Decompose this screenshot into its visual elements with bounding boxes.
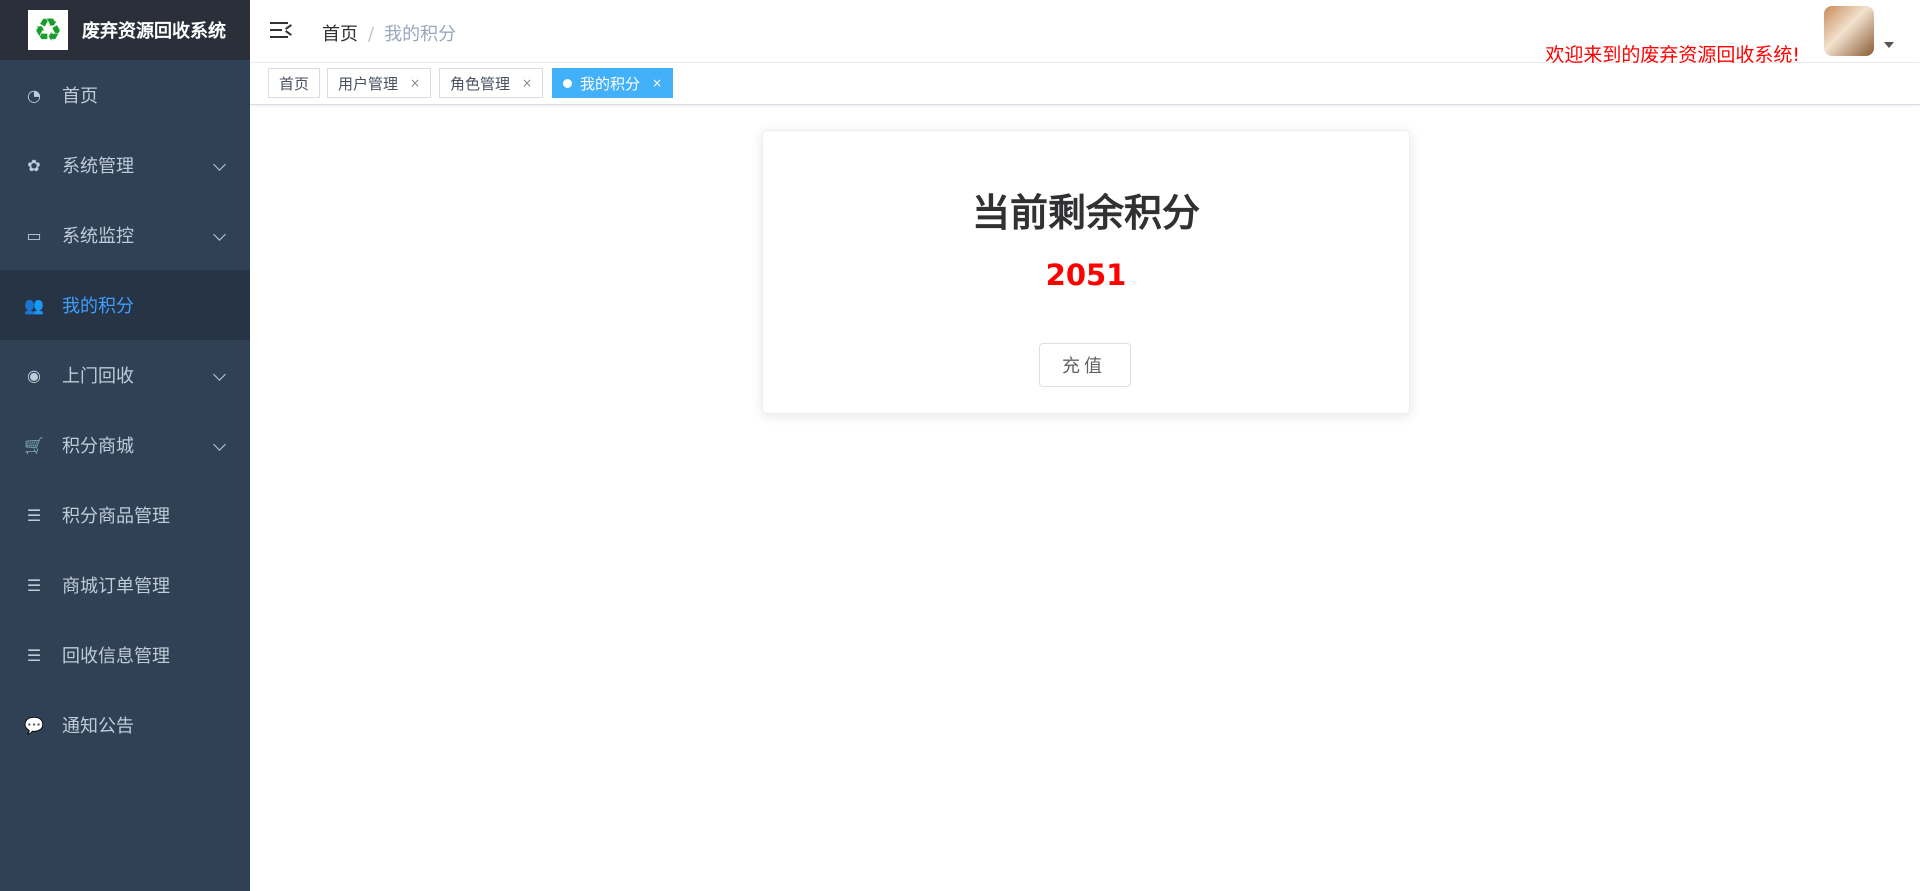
- recharge-button[interactable]: 充值: [1039, 343, 1131, 387]
- chevron-down-icon[interactable]: [213, 438, 226, 451]
- sidebar-item-3[interactable]: 👥 我的积分: [0, 270, 250, 340]
- sidebar-item-label: 回收信息管理: [62, 646, 170, 667]
- tag-label: 用户管理: [338, 74, 399, 93]
- gear-icon: ✿: [27, 155, 41, 175]
- tag-2[interactable]: 角色管理 ×: [439, 68, 544, 98]
- sidebar: ♻ 废弃资源回收系统 ◔ 首页 ✿ 系统管理 ▭ 系统监控 👥 我的积分 ◉ 上门回收 🛒 积分商城 ☰…: [0, 0, 250, 891]
- tag-1[interactable]: 用户管理 ×: [327, 68, 432, 98]
- sidebar-item-label: 商城订单管理: [62, 576, 170, 597]
- monitor-icon: ▭: [26, 225, 42, 245]
- sidebar-item-label: 通知公告: [62, 716, 134, 737]
- tag-label: 首页: [279, 74, 310, 93]
- tag-label: 角色管理: [450, 74, 511, 93]
- tags-view: 首页 用户管理 × 角色管理 × 我的积分 ×: [250, 63, 1920, 105]
- list-icon: ☰: [26, 575, 42, 595]
- sidebar-item-9[interactable]: 💬 通知公告: [0, 690, 250, 760]
- chevron-down-icon[interactable]: [213, 158, 226, 171]
- sidebar-item-1[interactable]: ✿ 系统管理: [0, 130, 250, 200]
- message-icon: 💬: [24, 715, 44, 735]
- breadcrumb-separator: /: [368, 24, 375, 45]
- sidebar-item-label: 积分商城: [62, 436, 134, 457]
- logo[interactable]: ♻ 废弃资源回收系统: [0, 0, 250, 60]
- breadcrumb-home[interactable]: 首页: [322, 24, 358, 45]
- sidebar-item-label: 上门回收: [62, 366, 134, 387]
- sidebar-item-label: 首页: [62, 86, 98, 107]
- caret-down-icon[interactable]: [1884, 42, 1894, 48]
- list-icon: ☰: [26, 645, 42, 665]
- breadcrumb-current: 我的积分: [384, 24, 457, 45]
- avatar[interactable]: [1824, 6, 1874, 56]
- dashboard-icon: ◔: [27, 85, 41, 105]
- chevron-down-icon[interactable]: [213, 368, 226, 381]
- sidebar-item-label: 系统监控: [62, 226, 134, 247]
- close-icon[interactable]: ×: [410, 76, 420, 90]
- sidebar-item-4[interactable]: ◉ 上门回收: [0, 340, 250, 410]
- sidebar-item-label: 积分商品管理: [62, 506, 170, 527]
- points-card: 当前剩余积分 2051 充值: [762, 130, 1410, 414]
- tag-label: 我的积分: [580, 74, 641, 93]
- hamburger-icon[interactable]: [270, 20, 292, 40]
- active-dot-icon: [563, 78, 572, 88]
- sidebar-item-5[interactable]: 🛒 积分商城: [0, 410, 250, 480]
- sidebar-item-0[interactable]: ◔ 首页: [0, 60, 250, 130]
- navbar: 首页 / 我的积分 欢迎来到的废弃资源回收系统!: [250, 0, 1920, 66]
- cart-icon: 🛒: [24, 435, 44, 455]
- sidebar-item-8[interactable]: ☰ 回收信息管理: [0, 620, 250, 690]
- user-icon: 👥: [24, 295, 44, 315]
- tag-0[interactable]: 首页: [268, 68, 321, 98]
- list-icon: ☰: [26, 505, 42, 525]
- points-title: 当前剩余积分: [971, 191, 1200, 235]
- breadcrumb: 首页 / 我的积分: [322, 20, 456, 46]
- chevron-down-icon[interactable]: [213, 228, 226, 241]
- recycle-icon: ♻: [28, 10, 68, 50]
- close-icon[interactable]: ×: [652, 76, 662, 90]
- sidebar-item-2[interactable]: ▭ 系统监控: [0, 200, 250, 270]
- points-value: 2051: [1045, 258, 1127, 292]
- sidebar-menu: ◔ 首页 ✿ 系统管理 ▭ 系统监控 👥 我的积分 ◉ 上门回收 🛒 积分商城 ☰ 积分商品管理 ☰ 商城订单…: [0, 60, 250, 760]
- close-icon[interactable]: ×: [522, 76, 532, 90]
- sidebar-item-7[interactable]: ☰ 商城订单管理: [0, 550, 250, 620]
- lifebuoy-icon: ◉: [27, 365, 41, 385]
- sidebar-item-label: 我的积分: [62, 296, 134, 317]
- sidebar-item-label: 系统管理: [62, 156, 134, 177]
- sidebar-item-6[interactable]: ☰ 积分商品管理: [0, 480, 250, 550]
- app-title: 废弃资源回收系统: [82, 21, 226, 42]
- tag-3[interactable]: 我的积分 ×: [552, 68, 674, 98]
